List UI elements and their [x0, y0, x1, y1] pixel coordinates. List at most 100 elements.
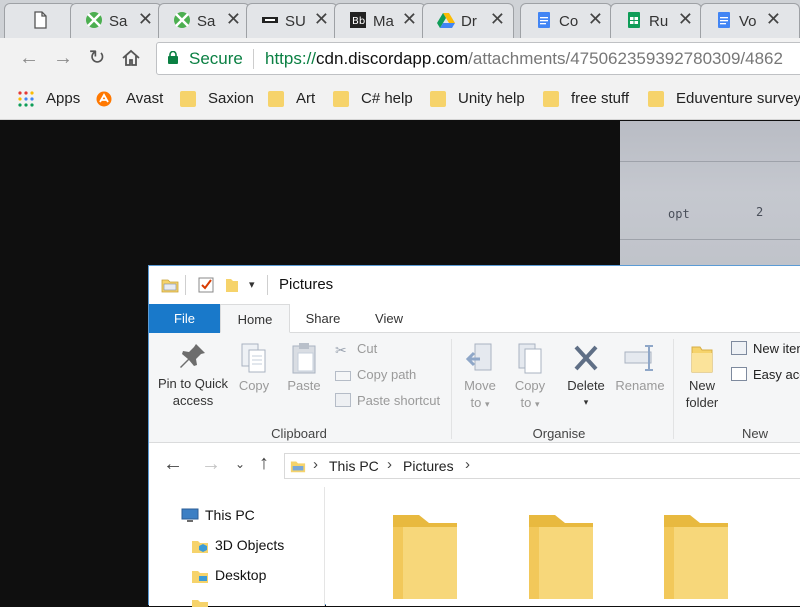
- breadcrumb-pictures[interactable]: Pictures: [403, 458, 454, 474]
- pictures-location-icon: [290, 461, 306, 473]
- browser-tab[interactable]: [4, 3, 76, 38]
- breadcrumb-this-pc[interactable]: This PC: [329, 458, 379, 474]
- copy-icon: [241, 343, 266, 373]
- browser-tab[interactable]: Sa ✕: [158, 3, 250, 38]
- explorer-folder-icon: [161, 279, 179, 293]
- address-bar[interactable]: Secure https://cdn.discordapp.com/attach…: [156, 42, 800, 75]
- delete-button[interactable]: Delete ▾: [563, 341, 609, 411]
- close-tab-icon[interactable]: ✕: [490, 9, 505, 29]
- tab-view[interactable]: View: [356, 304, 422, 333]
- close-tab-icon[interactable]: ✕: [402, 9, 417, 29]
- browser-tab[interactable]: Co ✕: [520, 3, 612, 38]
- folder-icon[interactable]: [664, 513, 728, 599]
- forward-arrow-icon[interactable]: →: [201, 453, 221, 476]
- up-arrow-icon[interactable]: ↑: [259, 452, 269, 475]
- breadcrumb-chevron-icon[interactable]: ›: [465, 456, 470, 473]
- paste-shortcut-button[interactable]: Paste shortcut: [335, 393, 440, 408]
- rename-button[interactable]: Rename: [613, 341, 667, 394]
- folder-icon: [543, 91, 559, 107]
- close-tab-icon[interactable]: ✕: [226, 9, 241, 29]
- apps-grid-icon: [18, 91, 34, 107]
- new-folder-qat-icon[interactable]: [223, 276, 241, 294]
- navigation-pane: This PC 3D Objects Desktop: [149, 487, 325, 607]
- browser-tab[interactable]: Ru ✕: [610, 3, 702, 38]
- browser-tab[interactable]: SU ✕: [246, 3, 338, 38]
- folder-icon[interactable]: [529, 513, 593, 599]
- new-folder-button[interactable]: New folder: [677, 341, 727, 411]
- pin-to-quick-access-button[interactable]: Pin to Quick access: [155, 341, 231, 409]
- paste-shortcut-icon: [335, 393, 351, 407]
- forward-arrow-icon[interactable]: →: [52, 47, 74, 69]
- window-title: Pictures: [279, 276, 334, 293]
- close-tab-icon[interactable]: ✕: [766, 9, 781, 29]
- lock-icon: [168, 51, 178, 64]
- paste-icon: [292, 343, 316, 374]
- browser-tab[interactable]: Dr ✕: [422, 3, 514, 38]
- organise-group-label: Organise: [532, 426, 586, 441]
- saxion-icon: [86, 12, 102, 28]
- browser-toolbar: ← → ↻ Secure https://cdn.discordapp.com/…: [0, 38, 800, 80]
- tab-share[interactable]: Share: [290, 304, 356, 333]
- scissors-icon: ✂: [335, 342, 347, 358]
- url-domain: cdn.discordapp.com: [316, 49, 469, 68]
- copy-to-icon: [518, 343, 542, 374]
- google-docs-icon: [718, 12, 730, 28]
- home-icon[interactable]: [120, 47, 142, 69]
- tree-item-partial-icon: [192, 600, 208, 607]
- delete-x-icon: [574, 345, 598, 371]
- close-tab-icon[interactable]: ✕: [588, 9, 603, 29]
- copy-button[interactable]: Copy: [233, 341, 275, 394]
- tab-home[interactable]: Home: [220, 304, 290, 333]
- url-scheme: https://: [265, 49, 317, 68]
- clipboard-group-label: Clipboard: [271, 426, 327, 441]
- tab-file[interactable]: File: [149, 304, 220, 333]
- recent-locations-chevron-icon[interactable]: ⌄: [235, 457, 245, 471]
- copy-to-button[interactable]: Copy to ▾: [507, 341, 553, 413]
- photo-handwriting: opt: [668, 207, 690, 221]
- bookmarks-bar: Apps Avast Saxion Art C# help Unity help…: [0, 80, 800, 120]
- move-to-button[interactable]: Move to ▾: [457, 341, 503, 413]
- this-pc-icon: [181, 508, 199, 522]
- breadcrumb-chevron-icon[interactable]: ›: [313, 456, 318, 473]
- new-group-label: New: [741, 426, 768, 441]
- easy-access-button[interactable]: Easy acc: [731, 367, 800, 382]
- url-text[interactable]: https://cdn.discordapp.com/attachments/4…: [265, 49, 783, 69]
- breadcrumb[interactable]: › This PC › Pictures ›: [284, 453, 800, 479]
- blackboard-icon: Bb: [350, 12, 366, 28]
- copy-path-button[interactable]: Copy path: [335, 367, 416, 382]
- close-tab-icon[interactable]: ✕: [314, 9, 329, 29]
- folder-icon: [648, 91, 664, 107]
- google-docs-icon: [538, 12, 550, 28]
- back-arrow-icon[interactable]: ←: [163, 453, 183, 476]
- back-arrow-icon[interactable]: ←: [18, 47, 40, 69]
- properties-checkmark-icon[interactable]: [197, 276, 215, 294]
- copy-path-icon: [335, 371, 351, 381]
- cut-button[interactable]: ✂ Cut: [335, 341, 377, 358]
- google-sheets-icon: [628, 12, 640, 28]
- qat-dropdown-icon[interactable]: ▾: [249, 278, 255, 291]
- notebook-rule-line: [620, 239, 800, 240]
- secure-label: Secure: [189, 49, 243, 68]
- new-item-button[interactable]: New iten: [731, 341, 800, 356]
- reload-icon[interactable]: ↻: [86, 47, 108, 69]
- desktop-folder-icon: [192, 571, 208, 583]
- close-tab-icon[interactable]: ✕: [678, 9, 693, 29]
- address-separator: [253, 49, 254, 69]
- folder-icon: [180, 91, 196, 107]
- notebook-photo: opt 2: [620, 121, 800, 266]
- browser-tab[interactable]: Sa ✕: [70, 3, 162, 38]
- easy-access-icon: [731, 367, 747, 381]
- avast-icon: [96, 91, 112, 107]
- browser-tab[interactable]: Vo ✕: [700, 3, 800, 38]
- move-to-icon: [465, 343, 492, 371]
- close-tab-icon[interactable]: ✕: [138, 9, 153, 29]
- paste-button[interactable]: Paste: [283, 341, 325, 394]
- folder-icon: [268, 91, 284, 107]
- photo-handwriting: 2: [756, 205, 764, 219]
- folder-icon[interactable]: [393, 513, 457, 599]
- browser-tab[interactable]: Bb Ma ✕: [334, 3, 426, 38]
- url-path: /attachments/475062359392780309/4862: [468, 49, 783, 68]
- breadcrumb-chevron-icon[interactable]: ›: [387, 456, 392, 473]
- su-icon: [262, 17, 278, 23]
- pin-icon: [180, 344, 205, 368]
